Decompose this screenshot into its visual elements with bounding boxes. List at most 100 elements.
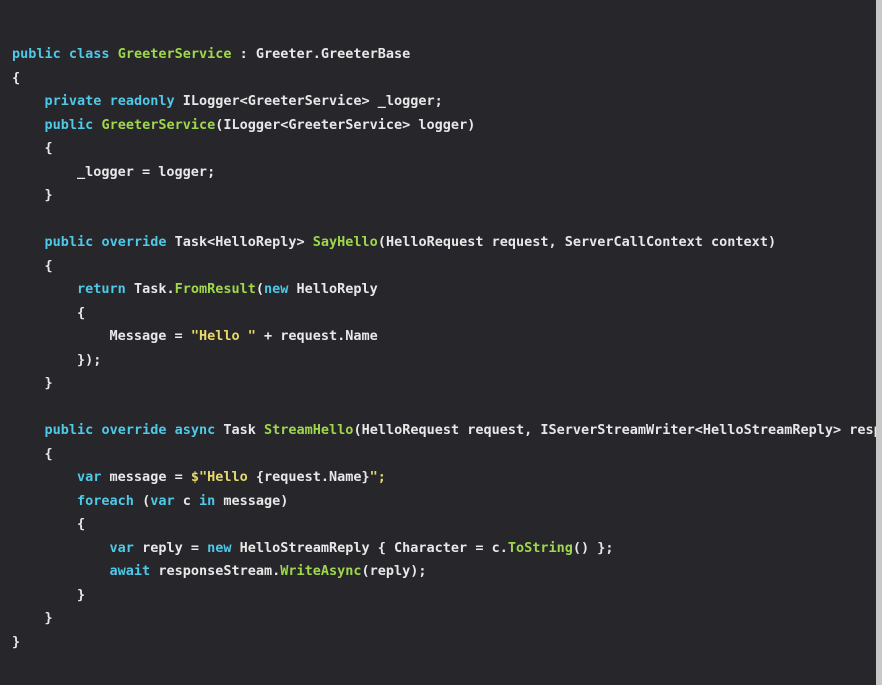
code-line: var reply = new HelloStreamReply { Chara… <box>12 537 882 561</box>
code-token: Task <box>215 422 265 438</box>
code-token: ( <box>133 492 151 509</box>
code-token: GreeterService <box>101 116 216 133</box>
code-token: } <box>12 610 53 626</box>
code-line: } <box>12 372 882 396</box>
code-editor-viewport: public class GreeterService : Greeter.Gr… <box>0 0 882 685</box>
code-token: (reply); <box>361 563 427 579</box>
code-token: message = <box>101 469 191 485</box>
code-token: public <box>44 422 94 438</box>
code-line: private readonly ILogger<GreeterService>… <box>12 90 882 114</box>
code-token: public <box>12 46 61 62</box>
code-token: {request.Name} <box>255 469 370 485</box>
code-line: var message = $"Hello {request.Name}"; <box>12 466 882 490</box>
code-token: () }; <box>572 539 614 556</box>
code-token: new <box>264 281 289 297</box>
code-token: override <box>101 234 167 250</box>
code-token: $"Hello <box>190 469 256 485</box>
code-line: return Task.FromResult(new HelloReply <box>12 278 882 302</box>
code-token: Task<HelloReply> <box>166 234 313 250</box>
code-token: } <box>12 187 53 203</box>
code-token: } <box>12 375 53 391</box>
code-line: foreach (var c in message) <box>12 490 882 514</box>
code-token: var <box>150 492 175 509</box>
code-token: foreach <box>77 492 134 509</box>
code-token: } <box>12 586 86 603</box>
code-token: + request.Name <box>255 328 378 344</box>
code-line: } <box>12 584 882 608</box>
code-line: Message = "Hello " + request.Name <box>12 325 882 349</box>
code-token: override <box>101 422 167 438</box>
code-token: HelloReply <box>288 281 378 297</box>
code-token: { <box>12 69 21 86</box>
code-token: WriteAsync <box>280 563 362 579</box>
code-token: { <box>12 140 53 156</box>
code-line: { <box>12 137 882 161</box>
code-token: (HelloRequest request, IServerStreamWrit… <box>353 422 882 438</box>
code-token: }); <box>12 351 102 368</box>
code-token: public <box>44 234 94 250</box>
code-token: GreeterService <box>117 46 232 62</box>
code-line: { <box>12 513 882 537</box>
code-token: return <box>77 281 126 297</box>
code-line: { <box>12 443 882 467</box>
source-code-block[interactable]: public class GreeterService : Greeter.Gr… <box>12 43 882 654</box>
code-token: : Greeter.GreeterBase <box>231 46 411 62</box>
code-line: } <box>12 184 882 208</box>
code-line: { <box>12 67 882 91</box>
code-token: HelloStreamReply { Character = c. <box>231 539 508 556</box>
code-token: (HelloRequest request, ServerCallContext… <box>377 234 777 250</box>
code-token: responseStream. <box>150 563 281 579</box>
code-line: await responseStream.WriteAsync(reply); <box>12 560 882 584</box>
code-token: readonly <box>109 93 175 109</box>
code-line: } <box>12 631 882 655</box>
code-token: (ILogger<GreeterService> logger) <box>215 116 476 133</box>
code-token: async <box>174 422 216 438</box>
code-token: public <box>44 116 94 133</box>
code-line: } <box>12 607 882 631</box>
code-token: var <box>109 539 134 556</box>
code-token: c <box>174 492 199 509</box>
code-token: "Hello " <box>190 328 256 344</box>
code-line: public class GreeterService : Greeter.Gr… <box>12 43 882 67</box>
code-token: Task. <box>125 281 175 297</box>
code-line: _logger = logger; <box>12 161 882 185</box>
code-token: ILogger<GreeterService> _logger; <box>174 93 443 109</box>
code-token: { <box>12 257 53 274</box>
code-token: ( <box>255 281 265 297</box>
code-token: FromResult <box>174 281 256 297</box>
code-token: message) <box>215 492 289 509</box>
code-token: new <box>207 539 232 556</box>
code-line: }); <box>12 349 882 373</box>
code-token: private <box>44 93 102 109</box>
code-token: _logger = logger; <box>12 163 216 180</box>
code-token: Message = <box>12 328 191 344</box>
code-token: { <box>12 304 86 321</box>
code-token: { <box>12 445 53 462</box>
code-token: SayHello <box>312 234 378 250</box>
code-token: { <box>12 516 86 532</box>
code-token: StreamHello <box>264 422 354 438</box>
code-line: public override async Task StreamHello(H… <box>12 419 882 443</box>
code-line: public GreeterService(ILogger<GreeterSer… <box>12 114 882 138</box>
code-token: ToString <box>507 539 573 556</box>
code-token: var <box>77 469 102 485</box>
code-line: { <box>12 255 882 279</box>
right-edge-strip <box>876 0 882 685</box>
code-token: in <box>198 492 216 509</box>
code-token: class <box>68 46 110 62</box>
code-token: "; <box>369 469 386 485</box>
code-line: { <box>12 302 882 326</box>
